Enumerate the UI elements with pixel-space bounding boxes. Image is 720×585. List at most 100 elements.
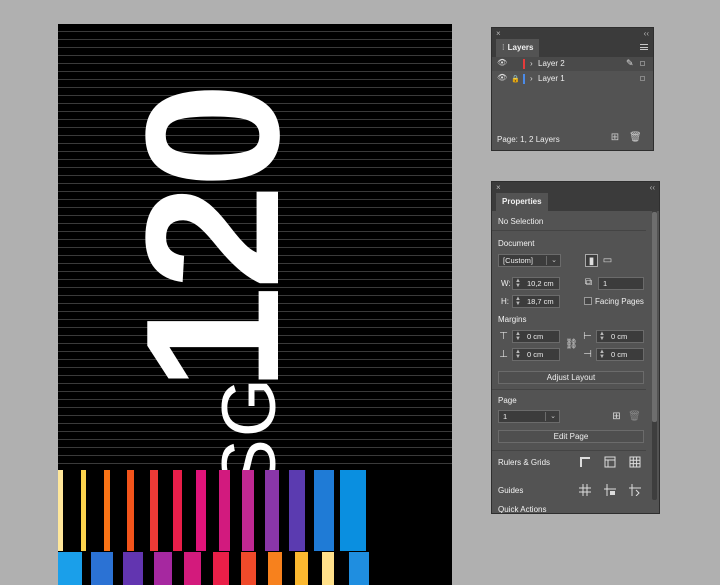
color-stripe: [230, 470, 242, 551]
chevron-down-icon: ⌄: [550, 413, 556, 420]
panel-title-bar[interactable]: × ‹‹: [492, 182, 659, 193]
selection-indicator[interactable]: [640, 61, 645, 66]
ruler-icon[interactable]: [579, 456, 591, 468]
height-value: 18,7 cm: [527, 297, 554, 306]
margin-top-field[interactable]: ▲ ▼ 0 cm: [512, 330, 560, 343]
new-page-icon[interactable]: ⊞: [610, 410, 623, 423]
width-label: W:: [501, 279, 511, 288]
layer-row-layer-2[interactable]: 👁 › Layer 2 ✎: [492, 57, 653, 71]
selection-indicator[interactable]: [640, 76, 645, 81]
visibility-eye-icon[interactable]: 👁: [497, 74, 507, 82]
scrollbar[interactable]: [652, 210, 657, 500]
width-field[interactable]: ▲ ▼ 10,2 cm: [512, 277, 560, 290]
tab-properties[interactable]: Properties: [496, 193, 548, 211]
tab-bar: Properties: [492, 193, 659, 211]
trash-icon[interactable]: 🗑: [629, 133, 642, 143]
color-stripe: [143, 552, 154, 585]
document-preset-dropdown[interactable]: [Custom] ⌄: [498, 254, 561, 267]
color-stripe: [268, 552, 282, 585]
stepper-icon[interactable]: ▲ ▼: [515, 296, 521, 307]
trash-icon[interactable]: 🗑: [628, 410, 641, 423]
color-stripe: [322, 552, 334, 585]
pages-count-value: 1: [603, 279, 608, 288]
color-stripe: [282, 552, 295, 585]
color-stripe: [229, 552, 241, 585]
color-stripe: [254, 470, 265, 551]
color-stripe: [289, 470, 305, 551]
layout-grid-icon[interactable]: [604, 456, 616, 468]
margins-section-title: Margins: [498, 315, 527, 324]
color-stripe: [134, 470, 150, 551]
height-field[interactable]: ▲ ▼ 18,7 cm: [512, 295, 560, 308]
baseline-grid-icon[interactable]: [629, 456, 641, 468]
layer-color-swatch: [523, 74, 525, 84]
close-icon[interactable]: ×: [496, 28, 501, 39]
margin-bottom-value: 0 cm: [527, 350, 544, 359]
visibility-eye-icon[interactable]: 👁: [497, 59, 507, 67]
collapse-icon[interactable]: ‹‹: [644, 28, 649, 39]
color-stripe: [82, 552, 91, 585]
width-value: 10,2 cm: [527, 279, 554, 288]
color-stripe: [123, 552, 143, 585]
color-stripe: [196, 470, 206, 551]
link-margins-icon[interactable]: ⛓: [565, 338, 578, 351]
color-stripe: [58, 552, 82, 585]
margin-right-icon: ⊣: [583, 349, 592, 360]
snap-guides-icon[interactable]: [629, 484, 641, 496]
panel-title-bar[interactable]: × ‹‹: [492, 28, 653, 39]
guides-label: Guides: [498, 486, 524, 495]
color-stripe: [184, 552, 201, 585]
color-stripe: [206, 470, 219, 551]
height-label: H:: [501, 297, 509, 306]
margin-bottom-icon: ⊥: [499, 349, 508, 360]
color-stripe: [308, 552, 322, 585]
close-icon[interactable]: ×: [496, 182, 501, 193]
margin-top-icon: ⊤: [499, 331, 508, 342]
pen-icon: ✎: [626, 58, 634, 68]
dropdown-separator: [546, 256, 547, 265]
layer-name: Layer 1: [538, 74, 565, 83]
scrollbar-thumb[interactable]: [652, 212, 657, 422]
margin-bottom-field[interactable]: ▲ ▼ 0 cm: [512, 348, 560, 361]
chevron-right-icon[interactable]: ›: [530, 74, 533, 83]
page-dropdown[interactable]: 1 ⌄: [498, 410, 560, 423]
show-guides-icon[interactable]: [579, 484, 591, 496]
margin-right-field[interactable]: ▲ ▼ 0 cm: [596, 348, 644, 361]
dropdown-separator: [545, 412, 546, 421]
color-stripe: [305, 470, 314, 551]
color-stripe: [150, 470, 158, 551]
chevron-right-icon[interactable]: ›: [530, 59, 533, 68]
preset-value: [Custom]: [503, 256, 534, 265]
stepper-icon[interactable]: ▲ ▼: [515, 349, 521, 360]
color-stripe: [340, 470, 366, 551]
lock-icon[interactable]: 🔒: [511, 75, 520, 83]
margin-left-field[interactable]: ▲ ▼ 0 cm: [596, 330, 644, 343]
stepper-icon[interactable]: ▲ ▼: [515, 278, 521, 289]
stepper-icon[interactable]: ▲ ▼: [599, 331, 605, 342]
facing-pages-checkbox[interactable]: [584, 297, 592, 305]
adjust-layout-button[interactable]: Adjust Layout: [498, 371, 644, 384]
landscape-orientation-icon[interactable]: ▭: [601, 254, 614, 267]
color-stripe: [334, 552, 349, 585]
selection-status: No Selection: [498, 217, 544, 226]
tab-layers[interactable]: ⁞ Layers: [496, 39, 540, 57]
page-value: 1: [503, 412, 508, 421]
collapse-icon[interactable]: ‹‹: [650, 182, 655, 193]
color-stripe: [91, 552, 113, 585]
color-stripe: [173, 470, 182, 551]
lock-guides-icon[interactable]: [604, 484, 616, 496]
new-layer-icon[interactable]: ⊞: [610, 133, 620, 143]
pages-count-field[interactable]: 1: [598, 277, 644, 290]
tab-layers-label: Layers: [507, 43, 534, 52]
artwork-canvas[interactable]: 120 SG: [58, 24, 452, 585]
margin-top-value: 0 cm: [527, 332, 544, 341]
edit-page-button[interactable]: Edit Page: [498, 430, 644, 443]
panel-menu-icon[interactable]: [640, 44, 648, 50]
stepper-icon[interactable]: ▲ ▼: [515, 331, 521, 342]
layer-row-layer-1[interactable]: 👁 🔒 › Layer 1: [492, 72, 653, 86]
portrait-orientation-icon[interactable]: ▮: [585, 254, 598, 267]
color-stripe: [241, 552, 256, 585]
stepper-icon[interactable]: ▲ ▼: [599, 349, 605, 360]
color-stripe: [63, 470, 81, 551]
facing-pages-label: Facing Pages: [595, 297, 644, 306]
